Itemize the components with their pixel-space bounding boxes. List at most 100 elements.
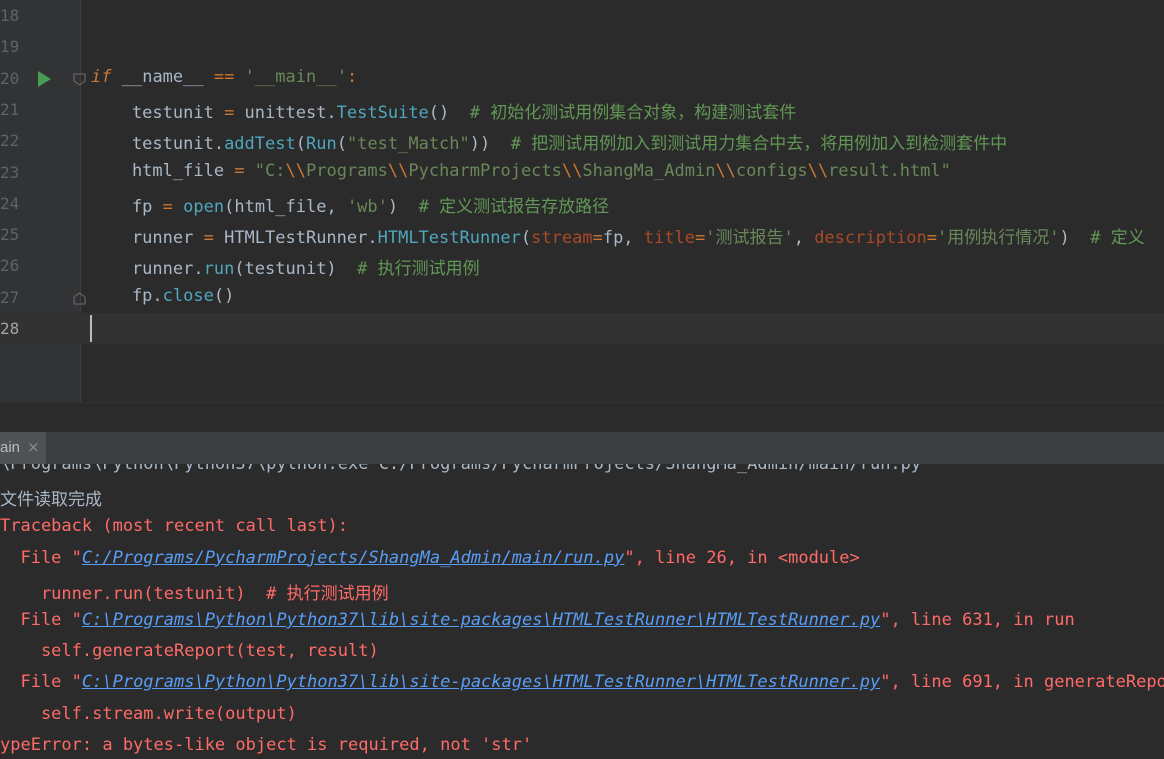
code-token: ( [295,134,306,155]
code-token: ShangMa_Admin [582,160,716,181]
code-token: () [213,285,235,306]
code-token: open [183,196,225,217]
code-token: close [162,285,214,306]
console-line: Traceback (most recent call last): [0,516,348,536]
ide-window: 18 19 20 if __name__ == '__main__': 21 testu… [0,0,1164,759]
editor-line[interactable]: 19 [0,31,1164,62]
editor-line[interactable]: 26 runner.run(testunit) # 执行测试用例 [0,250,1164,281]
close-icon[interactable]: × [27,438,40,456]
line-number: 19 [0,37,20,57]
console-text: File " [0,610,82,630]
console-text: ", line 26, in <module> [624,547,860,568]
code-token: HTMLTestRunner. [213,228,378,249]
code-token: HTMLTestRunner [377,228,521,249]
code-token: fp, [602,228,644,249]
line-number: 23 [0,162,20,182]
console-line: File "C:\Programs\Python\Python37\lib\si… [0,610,1074,630]
code-token: = [592,228,603,249]
fold-marker-icon[interactable] [73,292,86,305]
code-text: fp = open(html_file, 'wb') # 定义测试报告存放路径 [91,192,609,217]
code-token: (testunit) [234,259,358,280]
code-token: fp [91,196,163,217]
console-text: Traceback (most recent call last): [0,516,348,537]
code-token: unittest. [234,102,337,123]
code-token: # 定义测试报告存放路径 [418,196,610,217]
code-token: addTest [224,134,296,155]
code-token: () [428,102,470,123]
code-token: stream [531,228,593,249]
text-caret [90,315,92,342]
line-number: 20 [0,68,20,88]
code-token: "test_Match" [346,134,470,155]
editor-line[interactable]: 27 fp.close() [0,282,1164,313]
code-token: '测试报告' [705,228,794,249]
code-token: \\ [715,160,736,181]
code-token: description [814,228,927,249]
line-number: 28 [0,319,20,338]
editor-line[interactable]: 24 fp = open(html_file, 'wb') # 定义测试报告存放… [0,188,1164,219]
code-token: ) [387,196,419,217]
traceback-file-link[interactable]: C:\Programs\Python\Python37\lib\site-pac… [82,610,880,630]
line-number: 27 [0,287,20,307]
code-token: : [346,66,358,87]
code-text: if __name__ == '__main__': [91,67,357,87]
console-text: ", line 691, in generateReport [880,672,1164,693]
code-token: PycharmProjects [408,160,562,181]
console-text: \Programs\Python\Python37\python.exe C:/… [0,464,922,474]
console-text: self.stream.write(output) [0,703,297,724]
code-text: fp.close() [91,286,234,306]
code-token: ( [336,134,347,155]
fold-marker-icon[interactable] [73,73,86,86]
code-token: (html_file, [224,196,347,217]
code-token: = [203,228,214,249]
console-line: self.stream.write(output) [0,704,297,724]
run-tabbar: ain × [0,432,1164,465]
code-text: runner = HTMLTestRunner.HTMLTestRunner(s… [91,223,1145,248]
editor-line[interactable]: 18 [0,0,1164,31]
code-token: == [203,66,245,87]
traceback-file-link[interactable]: C:/Programs/PycharmProjects/ShangMa_Admi… [82,548,624,568]
code-token: = [694,228,706,249]
code-token: \\ [561,160,583,181]
console-text: 文件读取完成 [0,490,102,511]
code-token: run [203,259,235,280]
editor-line[interactable]: 25 runner = HTMLTestRunner.HTMLTestRunne… [0,219,1164,250]
code-token: 'wb' [346,196,388,217]
editor-line[interactable]: 28 [0,313,1164,344]
code-token: # 定义 [1090,228,1145,249]
code-token: TestSuite [336,102,429,123]
code-token: , [793,228,815,249]
code-text: testunit.addTest(Run("test_Match")) # 把测… [91,129,1007,154]
code-editor[interactable]: 18 19 20 if __name__ == '__main__': 21 testu… [0,0,1164,402]
run-tab-label: ain [0,439,21,456]
console-line: \Programs\Python\Python37\python.exe C:/… [0,464,921,474]
code-token: = [162,196,173,217]
editor-line[interactable]: 22 testunit.addTest(Run("test_Match")) #… [0,125,1164,156]
editor-line[interactable]: 21 testunit = unittest.TestSuite() # 初始化… [0,94,1164,125]
console-line: self.generateReport(test, result) [0,641,379,661]
code-token: = [234,160,245,181]
editor-line[interactable]: 20 if __name__ == '__main__': [0,63,1164,94]
run-console-output[interactable]: \Programs\Python\Python37\python.exe C:/… [0,464,1164,759]
code-token: # 执行测试用例 [357,259,480,280]
run-arrow-icon[interactable] [38,70,51,87]
line-number: 18 [0,6,20,25]
code-text: testunit = unittest.TestSuite() # 初始化测试用… [91,98,796,123]
code-token: # 把测试用例加入到测试用力集合中去，将用例加入到检测套件中 [510,134,1008,155]
code-token: fp. [91,285,163,306]
code-token: \\ [807,160,829,181]
editor-line[interactable]: 23 html_file = "C:\\Programs\\PycharmPro… [0,157,1164,188]
code-token: \\ [387,160,409,181]
line-number: 25 [0,225,20,245]
code-token: # 初始化测试用例集合对象，构建测试套件 [469,102,797,123]
traceback-file-link[interactable]: C:\Programs\Python\Python37\lib\site-pac… [82,672,880,692]
console-line: 文件读取完成 [0,485,102,510]
code-token: runner [91,228,204,249]
code-token: ( [520,228,532,249]
code-token: "C: [244,160,286,181]
console-text: runner.run(testunit) # 执行测试用例 [0,583,389,604]
run-tab[interactable]: ain × [0,432,46,464]
line-number: 22 [0,131,20,151]
code-token: configs [735,160,808,181]
